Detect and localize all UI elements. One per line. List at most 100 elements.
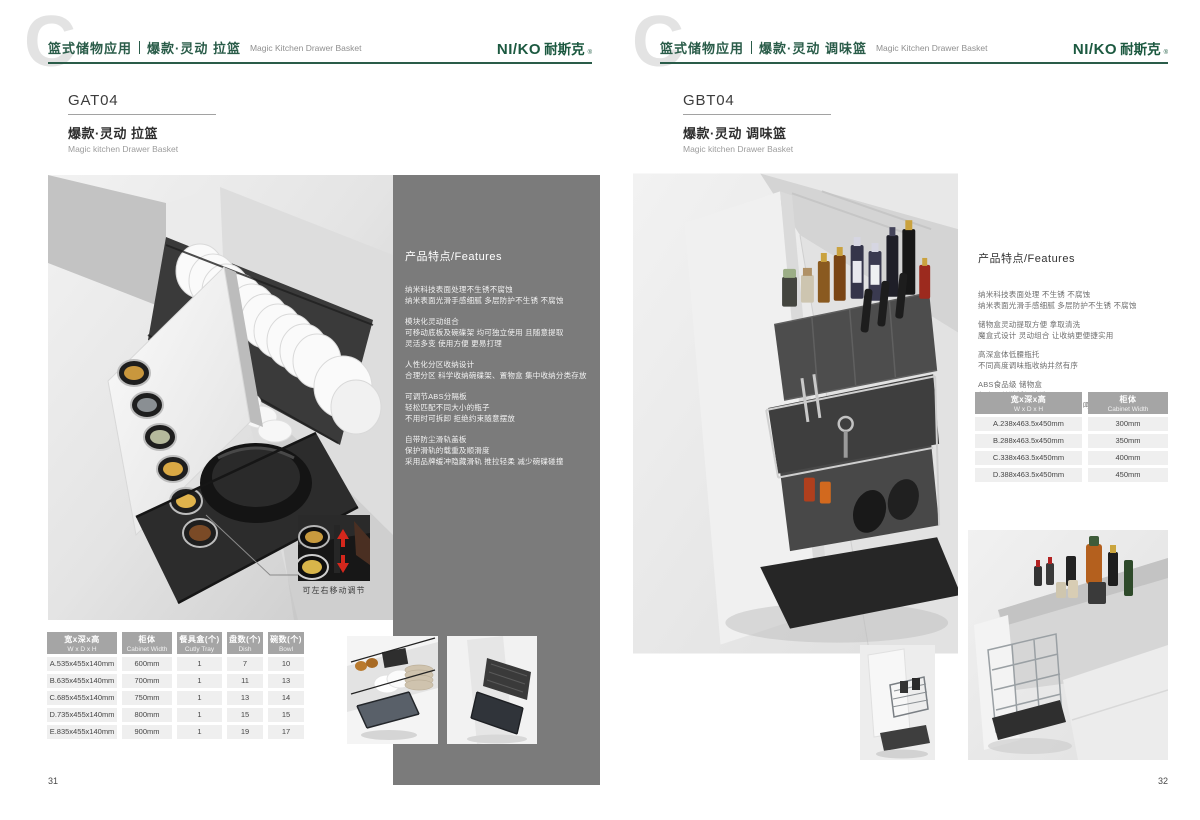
table-cell: 800mm xyxy=(122,708,172,722)
table-row: B.288x463.5x450mm 350mm xyxy=(975,434,1168,448)
callout-caption: 可左右移动调节 xyxy=(280,585,388,596)
features-groups: 纳米科技表面处理不生锈不腐蚀纳米表面光滑手感细腻 多层防护不生锈 不腐蚀模块化灵… xyxy=(405,284,590,467)
table-cell: 15 xyxy=(227,708,263,722)
table-body: A.535x455x140mm 600mm 1 7 10 B.635x455x1… xyxy=(47,657,304,739)
table-cell: C.338x463.5x450mm xyxy=(975,451,1082,465)
table-cell: 700mm xyxy=(122,674,172,688)
product-code-underline xyxy=(68,114,216,115)
header-category: 篮式储物应用 xyxy=(660,38,744,57)
table-cell: 1 xyxy=(177,708,222,722)
callout-inset-photo xyxy=(298,515,370,581)
table-cell: 11 xyxy=(227,674,263,688)
feature-group: 纳米科技表面处理 不生锈 不腐蚀纳米表面光滑手感细腻 多层防护不生锈 不腐蚀 xyxy=(978,290,1173,311)
table-row: D.735x455x140mm 800mm 1 15 15 xyxy=(47,708,304,722)
brand-logo-cn: 耐斯克 xyxy=(544,38,585,58)
table-cell: 13 xyxy=(268,674,304,688)
brand-logo-reg: ® xyxy=(1164,50,1168,56)
table-cell: D.735x455x140mm xyxy=(47,708,117,722)
header-rule xyxy=(48,62,592,64)
table-cell: 350mm xyxy=(1088,434,1168,448)
table-cell: 600mm xyxy=(122,657,172,671)
table-cell: A.238x463.5x450mm xyxy=(975,417,1082,431)
spice-basket-illustration xyxy=(633,172,958,655)
header-title-en: Magic Kitchen Drawer Basket xyxy=(250,43,362,53)
header-title-cn: 爆款·灵动 拉篮 xyxy=(147,38,241,57)
product-code-underline xyxy=(683,114,831,115)
table-cell: 14 xyxy=(268,691,304,705)
table-cell: 900mm xyxy=(122,725,172,739)
header-divider xyxy=(139,41,140,54)
product-name-en: Magic kitchen Drawer Basket xyxy=(683,144,903,154)
feature-group: 高深盒体低腰瓶托不同高度调味瓶收纳井然有序 xyxy=(978,350,1173,371)
header-cell: 宽x深x高W x D x H xyxy=(47,632,117,654)
header-category: 篮式储物应用 xyxy=(48,38,132,57)
table-row: C.338x463.5x450mm 400mm xyxy=(975,451,1168,465)
header-cell: 碗数(个)Bowl xyxy=(268,632,304,654)
table-row: B.635x455x140mm 700mm 1 11 13 xyxy=(47,674,304,688)
catalog-spread: C 篮式储物应用 爆款·灵动 拉篮 Magic Kitchen Drawer B… xyxy=(0,0,1200,820)
table-cell: 19 xyxy=(227,725,263,739)
header-title-cn: 爆款·灵动 调味篮 xyxy=(759,38,867,57)
header-cell: 柜体Cabinet Width xyxy=(122,632,172,654)
table-cell: D.388x463.5x450mm xyxy=(975,468,1082,482)
table-header-row: 宽x深x高W x D x H 柜体Cabinet Width 餐具盒(个)Cut… xyxy=(47,632,304,654)
table-cell: 10 xyxy=(268,657,304,671)
product-title-block-left: GAT04 爆款·灵动 拉篮 Magic kitchen Drawer Bask… xyxy=(68,92,268,154)
table-cell: 450mm xyxy=(1088,468,1168,482)
table-cell: A.535x455x140mm xyxy=(47,657,117,671)
table-row: C.685x455x140mm 750mm 1 13 14 xyxy=(47,691,304,705)
brand-logo-en: NI/KO xyxy=(1073,41,1117,58)
header-cell: 盘数(个)Dish xyxy=(227,632,263,654)
cabinet-basket-illustration xyxy=(860,645,935,760)
table-cell: B.288x463.5x450mm xyxy=(975,434,1082,448)
product-name-cn: 爆款·灵动 调味篮 xyxy=(683,123,903,142)
feature-group: 自带防尘滑轨盖板保护滑轨的载重及顺滑度采用品牌缓冲隐藏滑轨 推拉轻柔 减少碗碟碰… xyxy=(405,434,590,467)
product-code: GAT04 xyxy=(68,92,268,109)
detail-photo-left-1 xyxy=(347,636,438,744)
table-body: A.238x463.5x450mm 300mm B.288x463.5x450m… xyxy=(975,417,1168,482)
header-cell: 柜体Cabinet Width xyxy=(1088,392,1168,414)
table-cell: 750mm xyxy=(122,691,172,705)
adjustable-jar-detail-illustration xyxy=(298,515,370,581)
product-title-block-right: GBT04 爆款·灵动 调味篮 Magic kitchen Drawer Bas… xyxy=(683,92,903,154)
table-cell: 17 xyxy=(268,725,304,739)
table-cell: 1 xyxy=(177,674,222,688)
table-cell: 1 xyxy=(177,725,222,739)
page-number-left: 31 xyxy=(48,776,58,786)
empty-basket-illustration xyxy=(447,636,537,744)
main-product-photo-left: 可左右移动调节 xyxy=(48,175,393,620)
detail-photo-left-2 xyxy=(447,636,537,744)
feature-group: 模块化灵动组合可移动底板及碗碟架 均可独立使用 且随意提取灵活多变 使用方便 更… xyxy=(405,316,590,349)
header-cell: 餐具盒(个)Cutly Tray xyxy=(177,632,222,654)
table-cell: C.685x455x140mm xyxy=(47,691,117,705)
product-code: GBT04 xyxy=(683,92,903,109)
feature-group: 储物盒灵动提取方便 拿取清洗魔盒式设计 灵动组合 让收纳更便捷实用 xyxy=(978,320,1173,341)
product-name-en: Magic kitchen Drawer Basket xyxy=(68,144,268,154)
detail-photo-right-1 xyxy=(860,645,935,760)
table-cell: 400mm xyxy=(1088,451,1168,465)
page-header-left: 篮式储物应用 爆款·灵动 拉篮 Magic Kitchen Drawer Bas… xyxy=(48,38,361,57)
header-divider xyxy=(751,41,752,54)
table-cell: 1 xyxy=(177,657,222,671)
features-title: 产品特点/Features xyxy=(978,250,1173,266)
counter-basket-illustration xyxy=(968,530,1168,760)
features-left: 产品特点/Features 纳米科技表面处理不生锈不腐蚀纳米表面光滑手感细腻 多… xyxy=(405,248,590,477)
brand-logo: NI/KO 耐斯克 ® xyxy=(380,38,592,58)
product-name-cn: 爆款·灵动 拉篮 xyxy=(68,123,268,142)
brand-logo-reg: ® xyxy=(588,50,592,56)
brand-logo: NI/KO 耐斯克 ® xyxy=(958,38,1168,58)
table-cell: 7 xyxy=(227,657,263,671)
table-header-row: 宽x深x高W x D x H 柜体Cabinet Width xyxy=(975,392,1168,414)
table-row: E.835x455x140mm 900mm 1 19 17 xyxy=(47,725,304,739)
table-cell: 15 xyxy=(268,708,304,722)
table-cell: 13 xyxy=(227,691,263,705)
table-row: A.238x463.5x450mm 300mm xyxy=(975,417,1168,431)
detail-photo-right-2 xyxy=(968,530,1168,760)
loaded-basket-illustration xyxy=(347,636,438,744)
brand-logo-cn: 耐斯克 xyxy=(1120,38,1161,58)
table-cell: 300mm xyxy=(1088,417,1168,431)
feature-group: 人性化分区收纳设计合理分区 科学收纳碗碟架、置物盒 集中收纳分类存放 xyxy=(405,359,590,381)
spec-table-left: 宽x深x高W x D x H 柜体Cabinet Width 餐具盒(个)Cut… xyxy=(47,632,304,739)
table-cell: B.635x455x140mm xyxy=(47,674,117,688)
page-number-right: 32 xyxy=(1148,776,1168,786)
